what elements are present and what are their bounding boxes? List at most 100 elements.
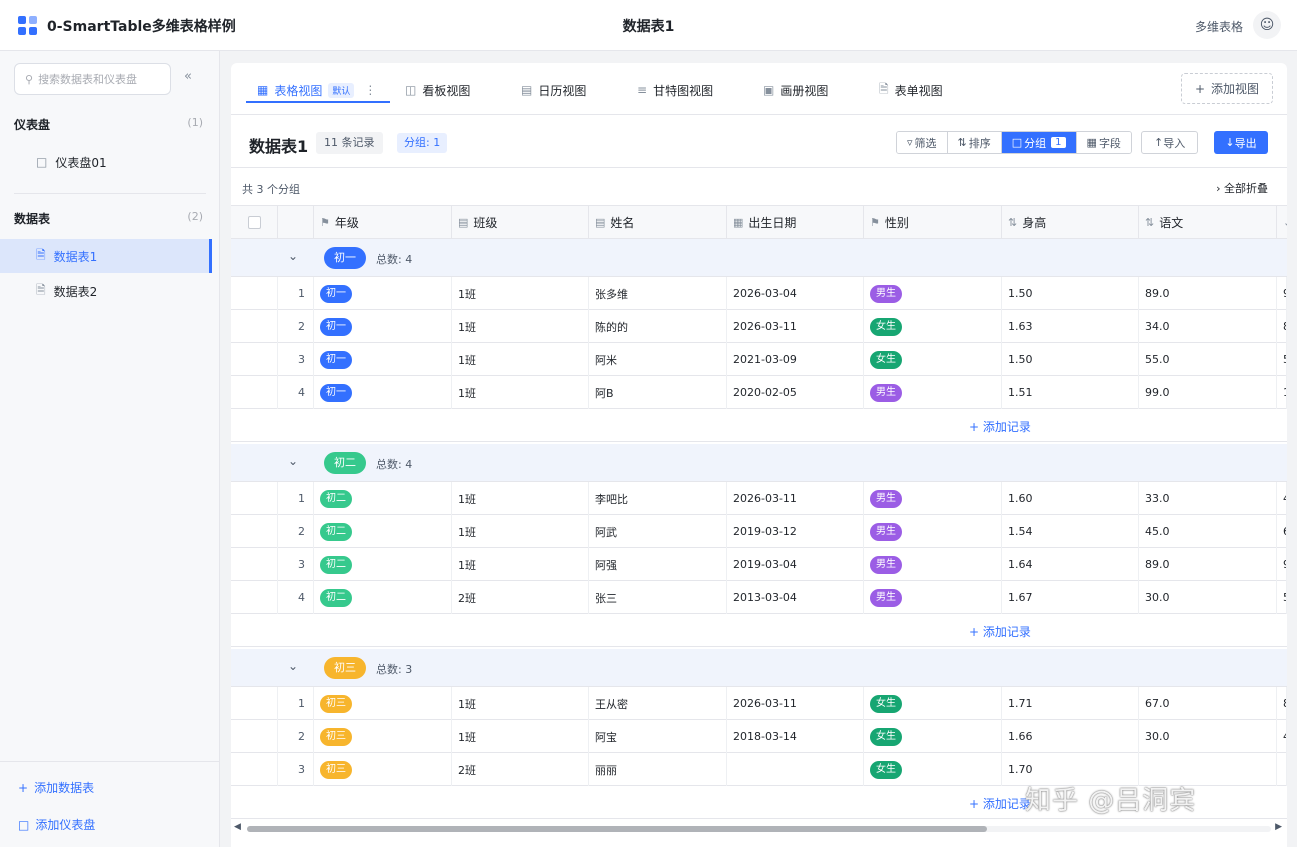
row-checkbox-cell[interactable]	[231, 482, 278, 515]
column-header-class[interactable]: ▤ 班级	[452, 206, 589, 239]
row-checkbox-cell[interactable]	[231, 720, 278, 753]
row-checkbox-cell[interactable]	[231, 687, 278, 720]
row-checkbox-cell[interactable]	[231, 310, 278, 343]
user-avatar-icon[interactable]: ☺	[1253, 11, 1281, 39]
next-column-cell[interactable]	[1277, 753, 1287, 786]
row-number-cell[interactable]: 4	[278, 376, 314, 409]
column-header-birthdate[interactable]: ▦ 出生日期	[727, 206, 864, 239]
gender-cell[interactable]: 男生	[864, 515, 1002, 548]
add-record-button[interactable]: + 添加记录	[969, 418, 1031, 435]
class-cell[interactable]: 1班	[452, 277, 589, 310]
birthdate-cell[interactable]: 2026-03-11	[727, 310, 864, 343]
name-cell[interactable]: 张三	[589, 581, 727, 614]
grade-cell[interactable]: 初三	[314, 720, 452, 753]
birthdate-cell[interactable]: 2026-03-11	[727, 482, 864, 515]
chinese-score-cell[interactable]: 33.0	[1139, 482, 1277, 515]
birthdate-cell[interactable]: 2021-03-09	[727, 343, 864, 376]
height-cell[interactable]: 1.50	[1002, 343, 1139, 376]
grade-cell[interactable]: 初一	[314, 343, 452, 376]
gender-cell[interactable]: 女生	[864, 310, 1002, 343]
table-row[interactable]: 2 初一 1班陈的的2026-03-11 女生 1.6334.08	[231, 310, 1287, 343]
sort-button[interactable]: ⇅ 排序	[947, 132, 1002, 153]
gender-cell[interactable]: 男生	[864, 548, 1002, 581]
chinese-score-cell[interactable]: 55.0	[1139, 343, 1277, 376]
table-row[interactable]: 1 初二 1班李吧比2026-03-11 男生 1.6033.04	[231, 482, 1287, 515]
name-cell[interactable]: 陈的的	[589, 310, 727, 343]
row-number-cell[interactable]: 3	[278, 343, 314, 376]
chinese-score-cell[interactable]: 99.0	[1139, 376, 1277, 409]
chevron-down-icon[interactable]: ⌄	[288, 659, 298, 673]
row-number-cell[interactable]: 2	[278, 310, 314, 343]
gender-cell[interactable]: 女生	[864, 753, 1002, 786]
grade-cell[interactable]: 初二	[314, 581, 452, 614]
scroll-right-icon[interactable]: ▶	[1275, 822, 1282, 832]
birthdate-cell[interactable]: 2018-03-14	[727, 720, 864, 753]
row-checkbox-cell[interactable]	[231, 376, 278, 409]
height-cell[interactable]: 1.67	[1002, 581, 1139, 614]
table-row[interactable]: 2 初二 1班阿武2019-03-12 男生 1.5445.06	[231, 515, 1287, 548]
birthdate-cell[interactable]: 2019-03-04	[727, 548, 864, 581]
class-cell[interactable]: 1班	[452, 343, 589, 376]
class-cell[interactable]: 2班	[452, 753, 589, 786]
chinese-score-cell[interactable]: 89.0	[1139, 277, 1277, 310]
horizontal-scrollbar[interactable]: ◀ ▶	[231, 821, 1287, 837]
column-header-next[interactable]: ↓	[1277, 206, 1287, 239]
row-checkbox-cell[interactable]	[231, 548, 278, 581]
height-cell[interactable]: 1.63	[1002, 310, 1139, 343]
next-column-cell[interactable]: 1	[1277, 376, 1287, 409]
row-number-cell[interactable]: 2	[278, 515, 314, 548]
gender-cell[interactable]: 男生	[864, 482, 1002, 515]
add-dashboard-button[interactable]: □ 添加仪表盘	[18, 816, 95, 833]
tab-gallery-view[interactable]: ▣ 画册视图	[763, 77, 828, 103]
class-cell[interactable]: 2班	[452, 581, 589, 614]
name-cell[interactable]: 丽丽	[589, 753, 727, 786]
tab-gantt-view[interactable]: ≡ 甘特图视图	[637, 77, 713, 103]
row-number-cell[interactable]: 1	[278, 482, 314, 515]
filter-button[interactable]: ▿ 筛选	[897, 132, 948, 153]
name-cell[interactable]: 阿武	[589, 515, 727, 548]
checkbox[interactable]	[247, 216, 261, 229]
name-cell[interactable]: 阿B	[589, 376, 727, 409]
row-number-cell[interactable]: 4	[278, 581, 314, 614]
next-column-cell[interactable]: 8	[1277, 310, 1287, 343]
tab-calendar-view[interactable]: ▤ 日历视图	[521, 77, 586, 103]
class-cell[interactable]: 1班	[452, 310, 589, 343]
gender-cell[interactable]: 男生	[864, 376, 1002, 409]
gender-cell[interactable]: 女生	[864, 343, 1002, 376]
sidebar-item-table1[interactable]: 🗎 数据表1	[0, 239, 212, 273]
row-checkbox-cell[interactable]	[231, 581, 278, 614]
grade-cell[interactable]: 初三	[314, 687, 452, 720]
table-row[interactable]: 1 初三 1班王从密2026-03-11 女生 1.7167.08	[231, 687, 1287, 720]
class-cell[interactable]: 1班	[452, 687, 589, 720]
gender-cell[interactable]: 女生	[864, 720, 1002, 753]
class-cell[interactable]: 1班	[452, 515, 589, 548]
name-cell[interactable]: 阿米	[589, 343, 727, 376]
name-cell[interactable]: 阿强	[589, 548, 727, 581]
column-header-height[interactable]: ⇅ 身高	[1002, 206, 1139, 239]
import-button[interactable]: ↑ 导入	[1141, 131, 1199, 154]
birthdate-cell[interactable]: 2013-03-04	[727, 581, 864, 614]
grade-cell[interactable]: 初二	[314, 548, 452, 581]
sidebar-search-input[interactable]: ⚲ 搜索数据表和仪表盘	[14, 63, 171, 95]
height-cell[interactable]: 1.60	[1002, 482, 1139, 515]
birthdate-cell[interactable]	[727, 753, 864, 786]
add-record-row[interactable]: + 添加记录	[231, 409, 1287, 442]
next-column-cell[interactable]: 6	[1277, 515, 1287, 548]
next-column-cell[interactable]: 4	[1277, 482, 1287, 515]
class-cell[interactable]: 1班	[452, 548, 589, 581]
birthdate-cell[interactable]: 2026-03-04	[727, 277, 864, 310]
gender-cell[interactable]: 男生	[864, 277, 1002, 310]
grade-cell[interactable]: 初三	[314, 753, 452, 786]
group-button[interactable]: □ 分组 1	[1001, 132, 1077, 153]
add-record-button[interactable]: + 添加记录	[969, 795, 1031, 812]
chinese-score-cell[interactable]: 30.0	[1139, 720, 1277, 753]
chevron-down-icon[interactable]: ⌄	[288, 454, 298, 468]
name-cell[interactable]: 张多维	[589, 277, 727, 310]
row-checkbox-cell[interactable]	[231, 753, 278, 786]
column-header-chinese[interactable]: ⇅ 语文	[1139, 206, 1277, 239]
group-header[interactable]: ⌄ 初二 总数: 4	[231, 444, 1287, 482]
scroll-thumb[interactable]	[247, 826, 987, 832]
table-row[interactable]: 3 初一 1班阿米2021-03-09 女生 1.5055.05	[231, 343, 1287, 376]
chinese-score-cell[interactable]: 34.0	[1139, 310, 1277, 343]
row-number-cell[interactable]: 1	[278, 687, 314, 720]
